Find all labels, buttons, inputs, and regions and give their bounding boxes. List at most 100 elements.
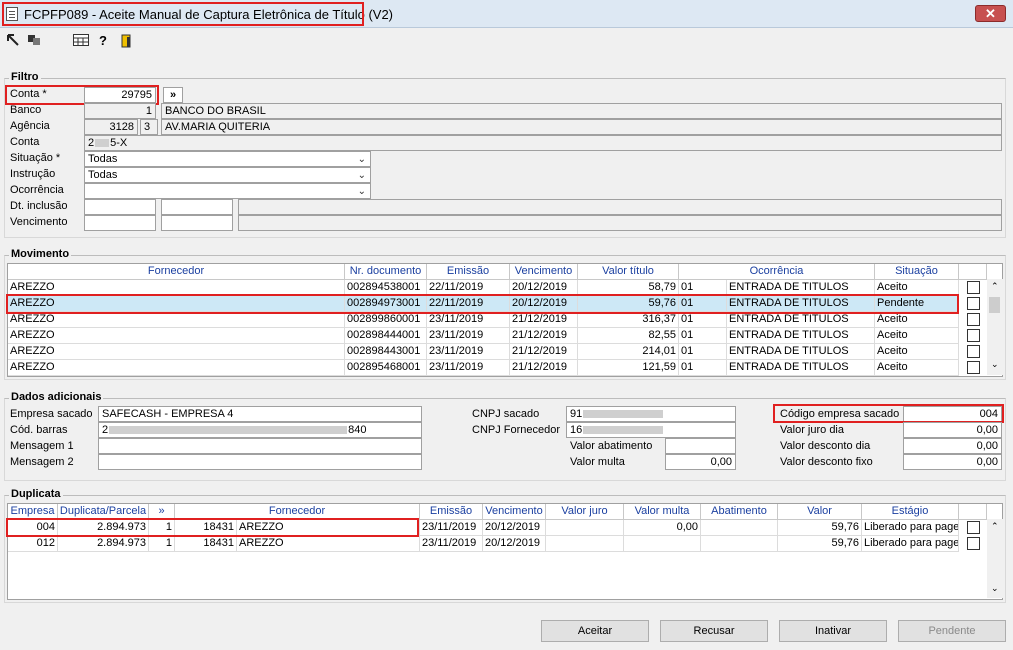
table-cell-juro[interactable] <box>546 536 624 552</box>
table-cell-emissao[interactable]: 23/11/2019 <box>427 360 510 376</box>
table-cell-ocorrencia[interactable]: ENTRADA DE TITULOS <box>727 344 875 360</box>
row-checkbox[interactable] <box>967 521 980 534</box>
pendente-button[interactable]: Pendente <box>898 620 1006 642</box>
row-checkbox[interactable] <box>967 297 980 310</box>
valor-multa-field[interactable]: 0,00 <box>665 454 736 470</box>
table-cell-fornecedor[interactable]: AREZZO <box>8 344 345 360</box>
table-cell-duplicata[interactable]: 2.894.973 <box>58 536 149 552</box>
calendar-icon[interactable] <box>73 34 89 48</box>
exit-icon[interactable] <box>120 34 134 48</box>
row-checkbox[interactable] <box>967 361 980 374</box>
duplicata-col-header[interactable]: Estágio <box>862 504 959 520</box>
table-cell-situacao[interactable]: Aceito <box>875 328 959 344</box>
table-cell-valor[interactable]: 316,37 <box>578 312 679 328</box>
table-cell-vencimento[interactable]: 21/12/2019 <box>510 312 578 328</box>
movimento-col-header[interactable]: Nr. documento <box>345 264 427 280</box>
duplicata-scrollbar[interactable]: ⌃ ⌄ <box>987 519 1003 598</box>
mensagem1-field[interactable] <box>98 438 422 454</box>
table-cell-oc-code[interactable]: 01 <box>679 344 727 360</box>
table-cell-ocorrencia[interactable]: ENTRADA DE TITULOS <box>727 312 875 328</box>
cnpj-sacado-field[interactable]: 91 <box>566 406 736 422</box>
recusar-button[interactable]: Recusar <box>660 620 768 642</box>
table-cell-abatimento[interactable] <box>701 536 778 552</box>
table-cell-multa[interactable]: 0,00 <box>624 520 701 536</box>
table-cell-ocorrencia[interactable]: ENTRADA DE TITULOS <box>727 328 875 344</box>
table-cell-estagio[interactable]: Liberado para page <box>862 520 959 536</box>
movimento-col-header[interactable]: Emissão <box>427 264 510 280</box>
table-cell-valor[interactable]: 59,76 <box>778 536 862 552</box>
duplicata-col-header[interactable]: Valor multa <box>624 504 701 520</box>
row-checkbox[interactable] <box>967 537 980 550</box>
movimento-col-header[interactable]: Valor título <box>578 264 679 280</box>
table-cell-situacao[interactable]: Aceito <box>875 360 959 376</box>
table-cell-emissao[interactable]: 23/11/2019 <box>427 312 510 328</box>
instrucao-select[interactable]: Todas ⌄ <box>84 167 371 183</box>
dt-inclusao-end[interactable] <box>161 199 233 215</box>
row-checkbox[interactable] <box>967 313 980 326</box>
table-cell-situacao[interactable]: Aceito <box>875 344 959 360</box>
table-cell-vencimento[interactable]: 20/12/2019 <box>483 536 546 552</box>
table-cell-valor[interactable]: 121,59 <box>578 360 679 376</box>
mensagem2-field[interactable] <box>98 454 422 470</box>
dt-inclusao-start[interactable] <box>84 199 156 215</box>
table-cell-emissao[interactable]: 23/11/2019 <box>420 520 483 536</box>
movimento-col-header[interactable]: Vencimento <box>510 264 578 280</box>
duplicata-col-header[interactable]: Vencimento <box>483 504 546 520</box>
table-cell-empresa[interactable]: 012 <box>8 536 58 552</box>
arrow-icon[interactable] <box>6 34 20 48</box>
table-cell-vencimento[interactable]: 21/12/2019 <box>510 328 578 344</box>
aceitar-button[interactable]: Aceitar <box>541 620 649 642</box>
table-cell-ocorrencia[interactable]: ENTRADA DE TITULOS <box>727 360 875 376</box>
row-checkbox[interactable] <box>967 345 980 358</box>
close-button[interactable]: ✕ <box>975 5 1006 22</box>
table-cell-estagio[interactable]: Liberado para page <box>862 536 959 552</box>
table-cell-valor[interactable]: 82,55 <box>578 328 679 344</box>
table-cell-vencimento[interactable]: 21/12/2019 <box>510 360 578 376</box>
table-cell-documento[interactable]: 002898443001 <box>345 344 427 360</box>
row-checkbox[interactable] <box>967 281 980 294</box>
movimento-col-header[interactable]: Ocorrência <box>679 264 875 280</box>
table-cell-emissao[interactable]: 23/11/2019 <box>427 328 510 344</box>
valor-desconto-dia-field[interactable]: 0,00 <box>903 438 1002 454</box>
table-cell-oc-code[interactable]: 01 <box>679 360 727 376</box>
table-cell-fornecedor[interactable]: AREZZO <box>8 360 345 376</box>
valor-desconto-fixo-field[interactable]: 0,00 <box>903 454 1002 470</box>
cnpj-fornecedor-field[interactable]: 16 <box>566 422 736 438</box>
empresa-sacado-field[interactable]: SAFECASH - EMPRESA 4 <box>98 406 422 422</box>
table-cell-vencimento[interactable]: 20/12/2019 <box>483 520 546 536</box>
valor-abatimento-field[interactable] <box>665 438 736 454</box>
table-cell-oc-code[interactable]: 01 <box>679 328 727 344</box>
conta-expand-button[interactable]: » <box>163 87 183 103</box>
duplicata-col-header[interactable]: Valor <box>778 504 862 520</box>
table-cell-valor[interactable]: 59,76 <box>778 520 862 536</box>
vencimento-start[interactable] <box>84 215 156 231</box>
movimento-col-header[interactable]: Fornecedor <box>8 264 345 280</box>
table-cell-fornecedor[interactable]: AREZZO <box>8 312 345 328</box>
duplicata-col-header[interactable]: Valor juro <box>546 504 624 520</box>
table-cell-fornecedor[interactable]: AREZZO <box>237 536 420 552</box>
table-cell-forn-code[interactable]: 18431 <box>175 536 237 552</box>
table-cell-juro[interactable] <box>546 520 624 536</box>
duplicata-col-header[interactable]: Emissão <box>420 504 483 520</box>
table-cell-oc-code[interactable]: 01 <box>679 312 727 328</box>
table-cell-abatimento[interactable] <box>701 520 778 536</box>
table-cell-valor[interactable]: 214,01 <box>578 344 679 360</box>
cod-barras-field[interactable]: 2 840 <box>98 422 422 438</box>
duplicata-col-header[interactable]: Abatimento <box>701 504 778 520</box>
valor-juro-field[interactable]: 0,00 <box>903 422 1002 438</box>
ocorrencia-select[interactable]: ⌄ <box>84 183 371 199</box>
table-cell-parcela[interactable]: 1 <box>149 536 175 552</box>
vencimento-end[interactable] <box>161 215 233 231</box>
row-checkbox[interactable] <box>967 329 980 342</box>
help-icon[interactable]: ? <box>97 34 109 48</box>
situacao-select[interactable]: Todas ⌄ <box>84 151 371 167</box>
table-cell-vencimento[interactable]: 21/12/2019 <box>510 344 578 360</box>
table-cell-situacao[interactable]: Aceito <box>875 312 959 328</box>
movimento-scrollbar[interactable]: ⌃ ⌄ <box>987 279 1003 375</box>
table-cell-documento[interactable]: 002899860001 <box>345 312 427 328</box>
table-cell-fornecedor[interactable]: AREZZO <box>8 328 345 344</box>
table-cell-multa[interactable] <box>624 536 701 552</box>
table-cell-documento[interactable]: 002898444001 <box>345 328 427 344</box>
table-cell-emissao[interactable]: 23/11/2019 <box>420 536 483 552</box>
table-cell-emissao[interactable]: 23/11/2019 <box>427 344 510 360</box>
